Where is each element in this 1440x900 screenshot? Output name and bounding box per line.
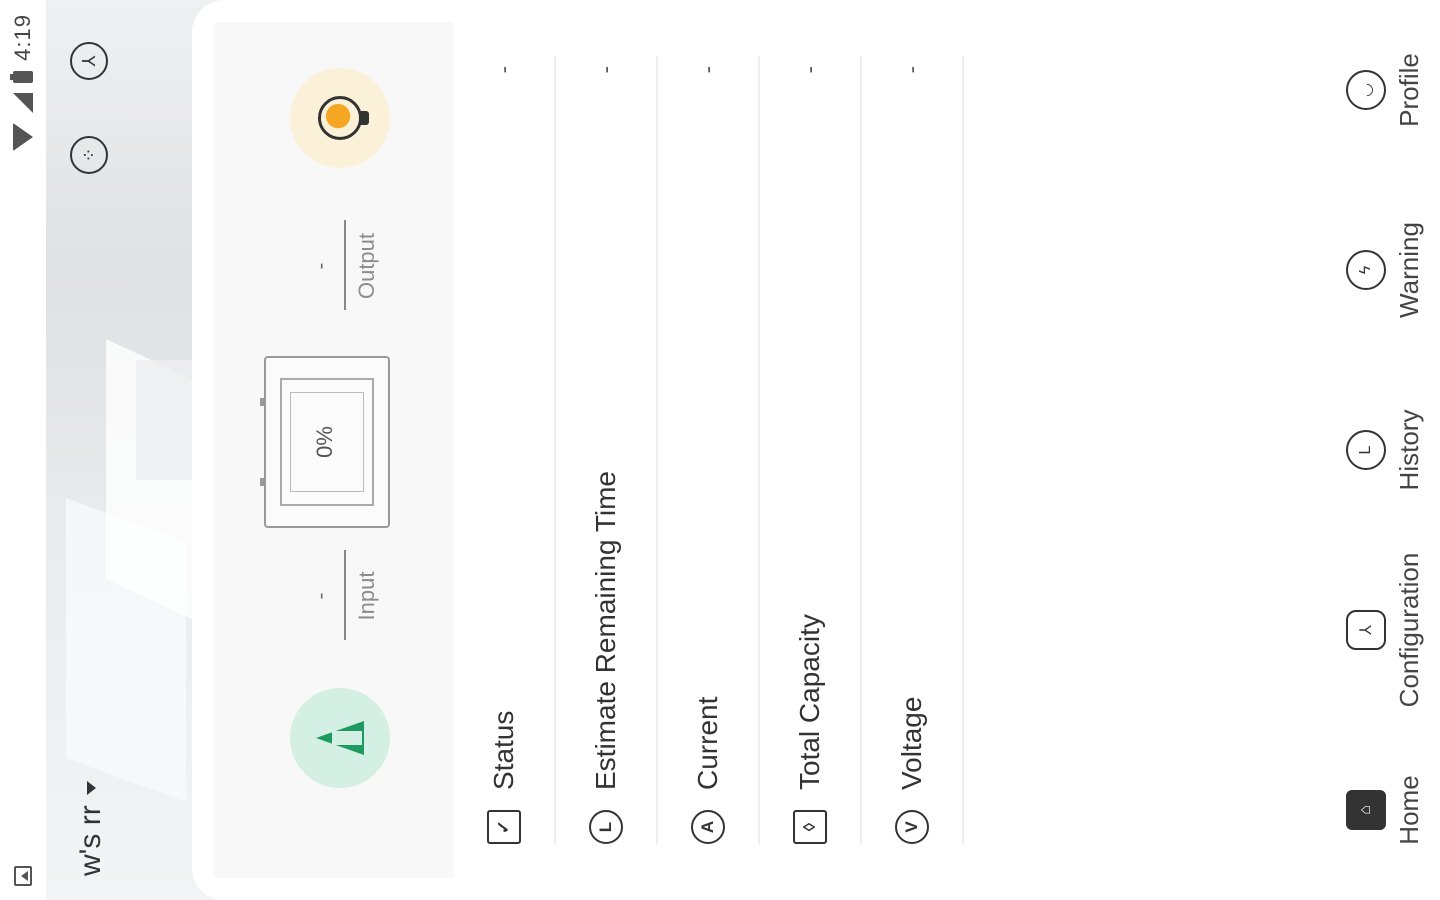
- device-name: w's rr: [74, 805, 107, 876]
- status-bar-left: [14, 866, 32, 886]
- row-left: V Voltage: [895, 697, 929, 844]
- status-bar: 4:19: [0, 0, 46, 900]
- current-icon: A: [691, 810, 725, 844]
- signal-icon: [13, 92, 33, 113]
- scan-icon[interactable]: ⁘: [70, 136, 108, 174]
- device-selector[interactable]: w's rr: [74, 781, 108, 876]
- nav-label: History: [1393, 409, 1424, 491]
- row-left: A Current: [691, 697, 725, 844]
- history-icon: L: [1345, 430, 1386, 470]
- gallery-notification-icon: [14, 866, 32, 886]
- clock-icon: L: [589, 810, 623, 844]
- nav-warning[interactable]: ϟ Warning: [1345, 190, 1425, 350]
- wifi-icon: [13, 122, 33, 151]
- row-label: Status: [488, 710, 519, 790]
- energy-flow-panel: - Input 0% - Output: [214, 22, 454, 878]
- status-icon: ✓: [487, 810, 521, 844]
- warning-icon: ϟ: [1345, 250, 1386, 290]
- battery-percentage: 0%: [312, 426, 337, 458]
- row-label: Current: [692, 696, 723, 790]
- light-bulb-icon: [318, 96, 362, 140]
- battery-status-icon: [13, 70, 33, 83]
- row-label: Estimate Remaining Time: [590, 470, 621, 790]
- row-left: ✓ Status: [487, 711, 521, 844]
- output-load: [290, 68, 390, 168]
- nav-label: Configuration: [1393, 552, 1424, 708]
- caret-down-icon: [86, 781, 96, 796]
- row-value: -: [899, 66, 924, 74]
- input-flow-line: [344, 550, 346, 640]
- main-card: - Input 0% - Output ✓ Status - L Estimat…: [192, 0, 1440, 900]
- row-label: Total Capacity: [794, 614, 825, 790]
- input-label: Input: [354, 571, 379, 621]
- voltage-icon: V: [895, 810, 929, 844]
- profile-icon: ◡: [1345, 70, 1386, 110]
- output-value: -: [310, 262, 332, 270]
- row-left: ◊ Total Capacity: [793, 614, 827, 844]
- row-value: -: [491, 66, 516, 74]
- nav-label: Profile: [1393, 53, 1424, 127]
- row-left: L Estimate Remaining Time: [589, 471, 623, 844]
- nav-label: Warning: [1393, 222, 1424, 318]
- row-value: -: [593, 66, 618, 74]
- battery-terminal: [260, 478, 266, 486]
- header-actions: ⁘ ⅄: [70, 42, 108, 174]
- nav-profile[interactable]: ◡ Profile: [1345, 10, 1425, 170]
- row-voltage: V Voltage -: [862, 56, 964, 844]
- output-flow-line: [344, 220, 346, 310]
- home-icon: ⌂: [1345, 790, 1386, 830]
- row-label: Voltage: [896, 696, 927, 790]
- app-screen: 4:19 w's rr ⁘ ⅄ - Input 0% - Output ✓ St…: [0, 0, 1440, 900]
- power-tower-icon: [312, 715, 368, 761]
- configuration-icon: ⅄: [1345, 610, 1386, 650]
- battery-graphic: 0%: [260, 356, 390, 528]
- info-list: ✓ Status - L Estimate Remaining Time - A…: [454, 56, 964, 844]
- row-value: -: [797, 66, 822, 74]
- row-total-capacity: ◊ Total Capacity -: [760, 56, 862, 844]
- status-time: 4:19: [10, 14, 35, 61]
- bottom-navigation: ⌂ Home ⅄ Configuration L History ϟ Warni…: [1330, 0, 1440, 900]
- row-value: -: [695, 66, 720, 74]
- nav-history[interactable]: L History: [1345, 370, 1425, 530]
- row-estimate-remaining-time: L Estimate Remaining Time -: [556, 56, 658, 844]
- settings-icon[interactable]: ⅄: [70, 42, 108, 80]
- row-current: A Current -: [658, 56, 760, 844]
- status-bar-right: 4:19: [10, 14, 36, 151]
- input-source: [290, 688, 390, 788]
- nav-label: Home: [1393, 775, 1424, 845]
- output-label: Output: [354, 232, 379, 300]
- nav-home[interactable]: ⌂ Home: [1345, 730, 1425, 890]
- input-value: -: [310, 592, 332, 600]
- nav-configuration[interactable]: ⅄ Configuration: [1345, 550, 1425, 710]
- header-background-shape: [136, 360, 196, 480]
- row-status: ✓ Status -: [454, 56, 556, 844]
- battery-terminal: [260, 398, 266, 406]
- capacity-icon: ◊: [793, 810, 827, 844]
